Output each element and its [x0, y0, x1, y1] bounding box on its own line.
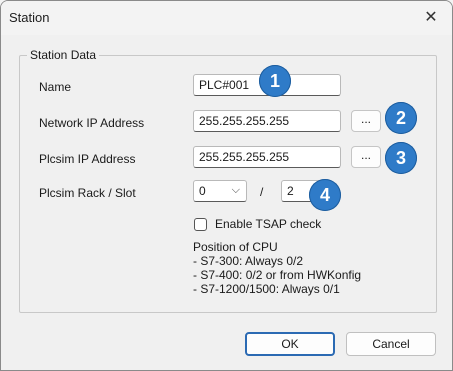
callout-badge-4: 4 — [309, 179, 341, 211]
group-label: Station Data — [27, 48, 100, 62]
network-ip-label: Network IP Address — [39, 116, 145, 130]
rack-select[interactable]: 0 ⌵ — [193, 180, 247, 202]
name-label: Name — [39, 80, 72, 94]
rack-value: 0 — [199, 184, 206, 198]
callout-badge-2: 2 — [385, 102, 417, 134]
tsap-checkbox[interactable] — [194, 218, 207, 231]
title-bar: Station ✕ — [1, 1, 452, 35]
cpu-position-line: - S7-400: 0/2 or from HWKonfig — [193, 268, 362, 282]
plcsim-ip-browse-button[interactable]: ... — [351, 146, 381, 168]
network-ip-browse-button[interactable]: ... — [351, 110, 381, 132]
rack-slot-label: Plcsim Rack / Slot — [39, 186, 136, 200]
cancel-button[interactable]: Cancel — [346, 332, 436, 356]
callout-badge-3: 3 — [385, 142, 417, 174]
ok-button[interactable]: OK — [245, 332, 335, 356]
plcsim-ip-input[interactable]: 255.255.255.255 — [193, 146, 341, 168]
cpu-position-heading: Position of CPU — [193, 240, 278, 254]
rack-slot-separator: / — [260, 185, 264, 199]
dialog-title: Station — [9, 10, 50, 25]
callout-badge-1: 1 — [259, 65, 291, 97]
plcsim-ip-label: Plcsim IP Address — [39, 152, 136, 166]
cpu-position-line: - S7-300: Always 0/2 — [193, 254, 304, 268]
network-ip-input[interactable]: 255.255.255.255 — [193, 110, 341, 132]
station-dialog: Station ✕ Station Data Name PLC#001 1 Ne… — [0, 0, 453, 371]
cpu-position-line: - S7-1200/1500: Always 0/1 — [193, 282, 340, 296]
chevron-down-icon: ⌵ — [231, 184, 240, 196]
close-icon[interactable]: ✕ — [420, 8, 442, 28]
tsap-checkbox-label[interactable]: Enable TSAP check — [215, 217, 321, 231]
